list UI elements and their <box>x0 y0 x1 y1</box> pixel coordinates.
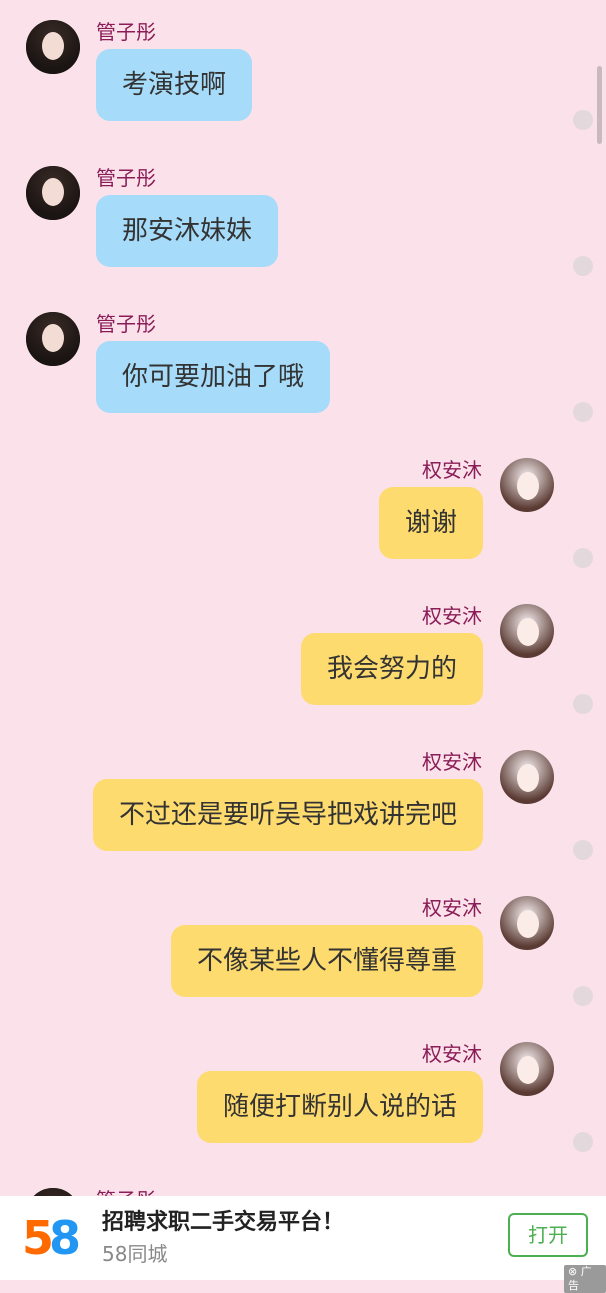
status-dot <box>573 694 593 714</box>
avatar[interactable] <box>500 458 554 512</box>
message-row: 管子彤 你可要加油了哦 <box>0 312 606 458</box>
avatar[interactable] <box>500 1042 554 1096</box>
message-bubble[interactable]: 那安沐妹妹 <box>96 195 279 267</box>
open-button[interactable]: 打开 <box>508 1213 588 1257</box>
message-bubble[interactable]: 随便打断别人说的话 <box>196 1071 483 1143</box>
message-bubble[interactable]: 我会努力的 <box>300 633 483 705</box>
avatar[interactable] <box>26 166 80 220</box>
avatar[interactable] <box>26 312 80 366</box>
ad-label: ⊗ 广告 <box>564 1265 606 1293</box>
message-bubble[interactable]: 不过还是要听吴导把戏讲完吧 <box>92 779 483 851</box>
status-dot <box>573 1132 593 1152</box>
status-dot <box>573 548 593 568</box>
sender-name: 权安沐 <box>422 1042 482 1066</box>
sender-name: 权安沐 <box>422 604 482 628</box>
message-row: 管子彤 <box>0 1188 606 1196</box>
sender-name: 管子彤 <box>96 312 156 336</box>
chat-area[interactable]: 管子彤 考演技啊 管子彤 那安沐妹妹 管子彤 你可要加油了哦 权安沐 谢谢 权安… <box>0 0 606 1196</box>
status-dot <box>573 840 593 860</box>
message-row: 权安沐 不过还是要听吴导把戏讲完吧 <box>0 750 606 896</box>
logo-digit: 8 <box>49 1211 82 1265</box>
message-bubble[interactable]: 你可要加油了哦 <box>96 341 331 413</box>
close-icon[interactable]: ⊗ <box>568 1265 577 1278</box>
avatar[interactable] <box>26 1188 80 1196</box>
message-row: 权安沐 不像某些人不懂得尊重 <box>0 896 606 1042</box>
sender-name: 管子彤 <box>96 1184 156 1196</box>
ad-subtitle: 58同城 <box>102 1242 168 1266</box>
message-bubble[interactable]: 谢谢 <box>378 487 483 559</box>
message-row: 权安沐 我会努力的 <box>0 604 606 750</box>
ad-title: 招聘求职二手交易平台！ <box>102 1210 345 1235</box>
status-dot <box>573 256 593 276</box>
avatar[interactable] <box>500 896 554 950</box>
ad-banner[interactable]: 5 8 招聘求职二手交易平台！ 58同城 打开 <box>0 1196 606 1280</box>
ad-logo: 5 8 <box>22 1210 82 1266</box>
message-row: 权安沐 谢谢 <box>0 458 606 604</box>
sender-name: 管子彤 <box>96 166 156 190</box>
status-dot <box>573 110 593 130</box>
message-row: 权安沐 随便打断别人说的话 <box>0 1042 606 1188</box>
status-dot <box>573 986 593 1006</box>
sender-name: 权安沐 <box>422 750 482 774</box>
avatar[interactable] <box>500 750 554 804</box>
message-bubble[interactable]: 不像某些人不懂得尊重 <box>170 925 483 997</box>
avatar[interactable] <box>500 604 554 658</box>
message-row: 管子彤 考演技啊 <box>0 20 606 166</box>
sender-name: 权安沐 <box>422 896 482 920</box>
avatar[interactable] <box>26 20 80 74</box>
sender-name: 权安沐 <box>422 458 482 482</box>
message-row: 管子彤 那安沐妹妹 <box>0 166 606 312</box>
message-bubble[interactable]: 考演技啊 <box>96 49 253 121</box>
sender-name: 管子彤 <box>96 20 156 44</box>
status-dot <box>573 402 593 422</box>
